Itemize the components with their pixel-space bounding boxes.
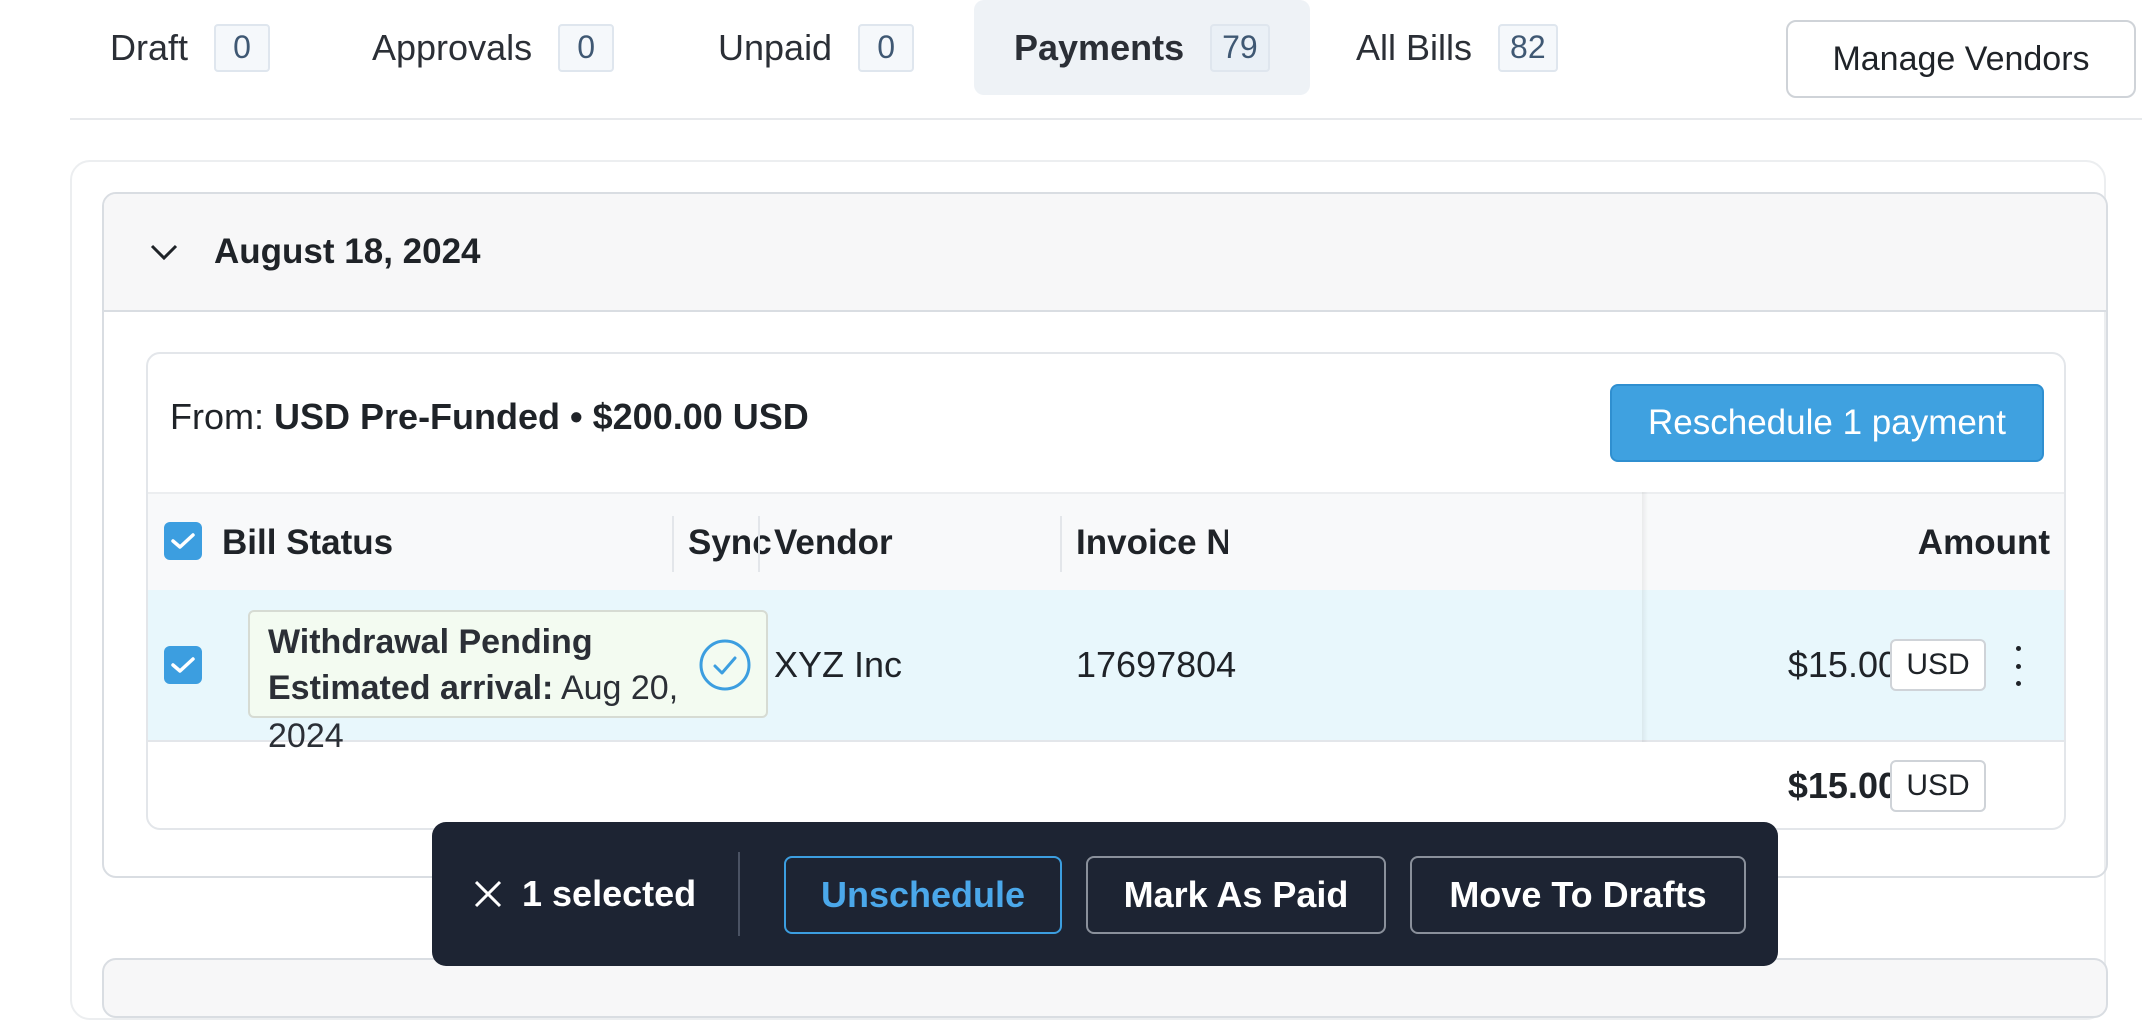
column-vendor[interactable]: Vendor	[774, 494, 893, 592]
tab-unpaid-label: Unpaid	[718, 26, 833, 68]
tab-draft[interactable]: Draft 0	[110, 0, 271, 95]
group-date-title: August 18, 2024	[214, 232, 481, 271]
currency-badge: USD	[1890, 760, 1986, 812]
funding-source: From: USD Pre-Funded • $200.00 USD	[170, 396, 809, 438]
table-row[interactable]: Withdrawal Pending Estimated arrival: Au…	[148, 590, 2064, 755]
payment-date-group-header[interactable]: August 18, 2024	[104, 194, 2106, 312]
row-currency: USD	[1890, 590, 1986, 740]
unschedule-button[interactable]: Unschedule	[784, 856, 1062, 934]
from-prefix: From:	[170, 396, 264, 437]
invoice-number: 17697804	[1076, 644, 1237, 685]
tab-approvals-count: 0	[558, 23, 615, 72]
tab-approvals-label: Approvals	[372, 26, 533, 68]
total-amount: $15.00	[1787, 765, 1898, 806]
bulk-action-bar: 1 selected Unschedule Mark As Paid Move …	[432, 822, 1778, 966]
tab-unpaid-count: 0	[858, 23, 915, 72]
tab-payments[interactable]: Payments 79	[974, 0, 1310, 95]
vendor-name: XYZ Inc	[774, 644, 903, 685]
tab-unpaid[interactable]: Unpaid 0	[718, 0, 915, 95]
payment-date-group: August 18, 2024 From: USD Pre-Funded • $…	[102, 192, 2108, 878]
selected-count: 1 selected	[522, 873, 697, 914]
status-title: Withdrawal Pending	[268, 623, 593, 661]
tab-draft-label: Draft	[110, 26, 189, 68]
row-amount: $15.00	[1787, 644, 1898, 685]
tab-all-bills-count: 82	[1498, 23, 1558, 72]
manage-vendors-button[interactable]: Manage Vendors	[1786, 20, 2136, 98]
tab-all-bills-label: All Bills	[1356, 26, 1473, 68]
row-select-checkbox[interactable]	[164, 646, 202, 684]
tab-all-bills[interactable]: All Bills 82	[1356, 0, 1558, 95]
sync-status	[698, 590, 752, 740]
total-currency: USD	[1890, 740, 1986, 828]
total-row: $15.00 USD	[148, 740, 2064, 828]
close-icon[interactable]	[466, 872, 510, 916]
from-value: USD Pre-Funded • $200.00 USD	[274, 396, 809, 437]
move-to-drafts-button[interactable]: Move To Drafts	[1410, 856, 1746, 934]
bill-status-badge: Withdrawal Pending Estimated arrival: Au…	[248, 610, 768, 755]
tab-payments-count: 79	[1210, 23, 1270, 72]
more-options-icon[interactable]	[2008, 646, 2028, 686]
checkmark-icon	[171, 657, 195, 673]
column-divider	[1060, 516, 1062, 572]
sticky-column-shadow	[1642, 492, 1648, 742]
mark-as-paid-button[interactable]: Mark As Paid	[1086, 856, 1386, 934]
select-all-checkbox[interactable]	[164, 522, 202, 560]
column-divider	[758, 516, 760, 572]
column-amount[interactable]: Amount	[1918, 494, 2050, 592]
column-bill-status[interactable]: Bill Status	[222, 494, 393, 592]
action-bar-divider	[738, 852, 740, 936]
table-header: Bill Status Sync Vendor Invoice Num Amou…	[148, 492, 2064, 594]
column-invoice-number[interactable]: Invoice Num	[1076, 494, 1228, 592]
sync-check-circle-icon	[699, 639, 751, 691]
tab-approvals[interactable]: Approvals 0	[372, 0, 615, 95]
column-divider	[672, 516, 674, 572]
reschedule-payment-button[interactable]: Reschedule 1 payment	[1610, 384, 2044, 462]
estimated-arrival-label: Estimated arrival:	[268, 669, 554, 707]
checkmark-icon	[171, 533, 195, 549]
tab-draft-count: 0	[214, 23, 271, 72]
tab-payments-label: Payments	[1014, 26, 1185, 68]
payment-batch-card: From: USD Pre-Funded • $200.00 USD Resch…	[146, 352, 2066, 830]
currency-badge: USD	[1890, 639, 1986, 691]
chevron-down-icon[interactable]	[144, 232, 184, 272]
next-date-group[interactable]	[102, 958, 2108, 1018]
